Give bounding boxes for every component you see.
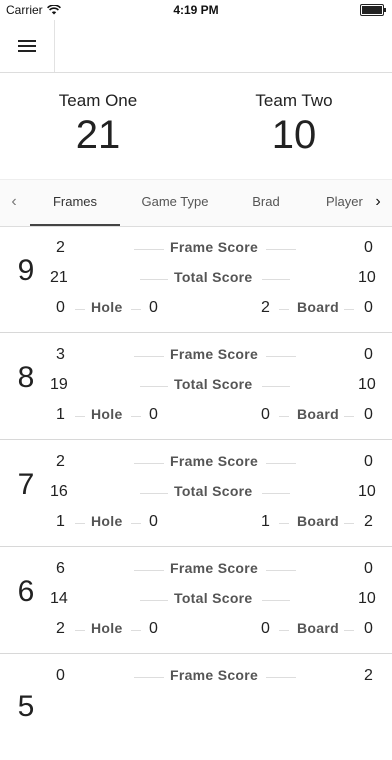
team-two-board-right: 0 <box>364 406 373 423</box>
scoreboard: Team One 21 Team Two 10 <box>0 73 392 179</box>
team-score: 10 <box>271 113 317 157</box>
frame-score-label: Frame Score <box>170 346 259 362</box>
board-label: Board <box>297 299 339 315</box>
team-one-hole-left: 1 <box>56 513 65 530</box>
hole-label: Hole <box>91 513 123 529</box>
team-one-frame-score: 3 <box>56 346 65 363</box>
frame-row[interactable]: 5 0 Frame Score 2 <box>0 654 392 760</box>
status-time: 4:19 PM <box>173 3 219 17</box>
team-one-hole-right: 0 <box>149 513 158 530</box>
team-two-total-score: 10 <box>358 376 376 393</box>
team-one-total-score: 19 <box>50 376 68 393</box>
team-two-total-score: 10 <box>358 483 376 500</box>
team-two: Team Two 10 <box>196 91 392 158</box>
tab-bar: ‹ Frames Game Type Brad Player › <box>0 179 392 227</box>
hamburger-icon <box>18 40 36 52</box>
team-two-board-left: 1 <box>261 513 270 530</box>
tab-game-type[interactable]: Game Type <box>128 180 222 224</box>
team-score: 21 <box>75 113 121 157</box>
tab-brad[interactable]: Brad <box>226 180 306 224</box>
team-one-frame-score: 0 <box>56 667 65 684</box>
team-one-hole-left: 1 <box>56 406 65 423</box>
total-score-label: Total Score <box>174 590 253 606</box>
chevron-left-icon[interactable]: ‹ <box>0 180 28 224</box>
battery-icon <box>360 4 386 16</box>
frame-score-label: Frame Score <box>170 560 259 576</box>
frame-row[interactable]: 7 2 Frame Score 0 16 Total Score 10 1 Ho… <box>0 440 392 547</box>
team-two-frame-score: 0 <box>364 560 373 577</box>
team-one-hole-right: 0 <box>149 406 158 423</box>
team-one-frame-score: 2 <box>56 453 65 470</box>
team-two-frame-score: 2 <box>364 667 373 684</box>
frame-score-label: Frame Score <box>170 453 259 469</box>
team-two-board-right: 0 <box>364 620 373 637</box>
team-two-board-left: 0 <box>261 406 270 423</box>
hole-label: Hole <box>91 620 123 636</box>
frame-score-label: Frame Score <box>170 239 259 255</box>
team-name: Team Two <box>255 91 333 110</box>
board-label: Board <box>297 406 339 422</box>
team-two-board-left: 2 <box>261 299 270 316</box>
chevron-right-icon[interactable]: › <box>364 180 392 224</box>
app-toolbar <box>0 20 392 73</box>
team-one-hole-left: 0 <box>56 299 65 316</box>
team-two-total-score: 10 <box>358 269 376 286</box>
total-score-label: Total Score <box>174 483 253 499</box>
team-one-frame-score: 6 <box>56 560 65 577</box>
team-one-total-score: 16 <box>50 483 68 500</box>
team-two-frame-score: 0 <box>364 346 373 363</box>
frame-number: 5 <box>17 690 35 723</box>
total-score-label: Total Score <box>174 376 253 392</box>
team-one-frame-score: 2 <box>56 239 65 256</box>
team-one: Team One 21 <box>0 91 196 158</box>
board-label: Board <box>297 620 339 636</box>
team-two-board-right: 0 <box>364 299 373 316</box>
hole-label: Hole <box>91 299 123 315</box>
status-bar: Carrier 4:19 PM <box>0 0 392 20</box>
frames-list: 9 2 Frame Score 0 21 Total Score 10 0 Ho… <box>0 226 392 760</box>
team-two-total-score: 10 <box>358 590 376 607</box>
team-two-frame-score: 0 <box>364 239 373 256</box>
team-one-hole-left: 2 <box>56 620 65 637</box>
frame-row[interactable]: 6 6 Frame Score 0 14 Total Score 10 2 Ho… <box>0 547 392 654</box>
board-label: Board <box>297 513 339 529</box>
total-score-label: Total Score <box>174 269 253 285</box>
team-one-hole-right: 0 <box>149 299 158 316</box>
frame-row[interactable]: 8 3 Frame Score 0 19 Total Score 10 1 Ho… <box>0 333 392 440</box>
team-two-frame-score: 0 <box>364 453 373 470</box>
team-name: Team One <box>58 91 138 110</box>
menu-button[interactable] <box>0 20 55 72</box>
frame-row[interactable]: 9 2 Frame Score 0 21 Total Score 10 0 Ho… <box>0 226 392 333</box>
frame-score-label: Frame Score <box>170 667 259 683</box>
team-two-board-right: 2 <box>364 513 373 530</box>
tab-frames[interactable]: Frames <box>30 180 120 226</box>
team-one-hole-right: 0 <box>149 620 158 637</box>
hole-label: Hole <box>91 406 123 422</box>
team-one-total-score: 14 <box>50 590 68 607</box>
team-two-board-left: 0 <box>261 620 270 637</box>
team-one-total-score: 21 <box>50 269 68 286</box>
